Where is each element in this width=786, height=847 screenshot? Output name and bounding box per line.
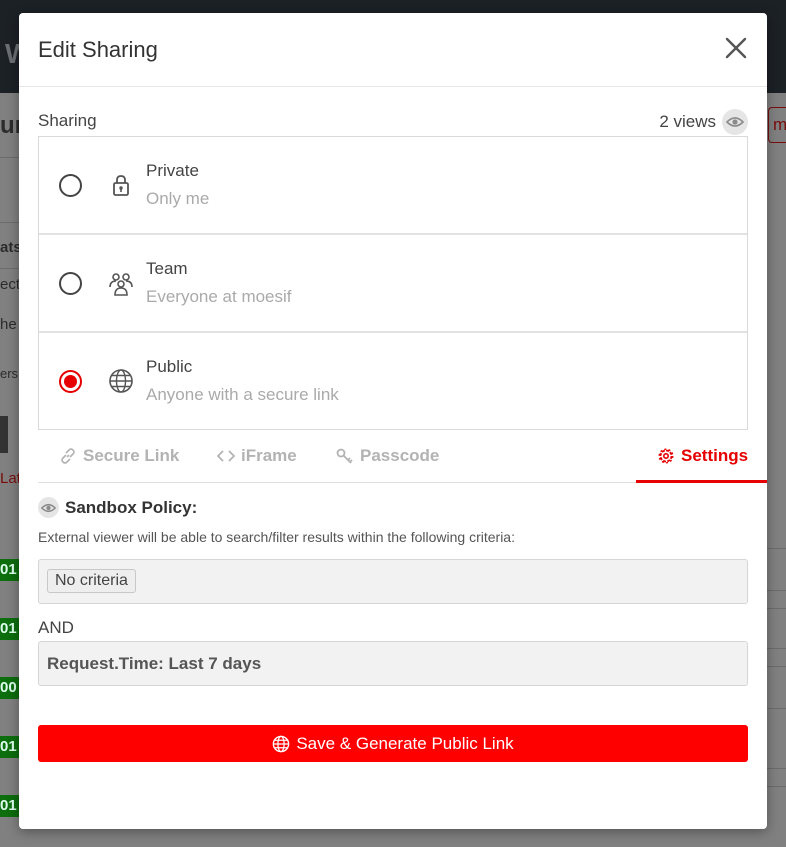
save-generate-link-button[interactable]: Save & Generate Public Link [38,725,748,762]
bg-status-badge: 01 [0,559,20,581]
bg-text-fragment: ers [0,366,19,381]
bg-divider [767,548,786,549]
lock-icon [108,172,134,198]
globe-icon [108,368,134,394]
public-option-subtitle: Anyone with a secure link [146,385,339,404]
time-filter-text: Request.Time: Last 7 days [47,654,262,673]
bg-divider [767,590,786,591]
save-button-label: Save & Generate Public Link [296,733,514,753]
bg-status-badge: 00 [0,677,20,699]
team-option-title: Team [146,259,188,278]
criteria-chip: No criteria [47,569,136,593]
bg-text-fragment: ect [0,276,21,293]
sharing-label: Sharing [38,111,97,130]
bg-text-fragment: Lat [0,470,21,487]
public-radio[interactable] [59,370,82,393]
bg-divider [767,786,786,787]
bg-text-fragment: he [0,316,17,333]
tab-secure-link-label: Secure Link [83,446,180,465]
sharing-header: Sharing 2 views [38,109,748,135]
sandbox-policy-description: External viewer will be able to search/f… [38,529,515,545]
bg-red-button-fragment: mbe [768,107,786,143]
code-icon [217,450,235,462]
and-label: AND [38,618,74,637]
eye-icon [38,497,59,518]
tab-settings[interactable]: Settings [657,446,748,466]
gear-icon [658,448,674,464]
private-radio[interactable] [59,174,82,197]
close-button[interactable] [723,35,749,61]
share-tabs: Secure Link iFrame Passcode Settings [38,431,767,483]
sharing-options: Private Only me Team Everyone at moesif [38,136,748,430]
bg-divider [0,157,19,158]
modal-title: Edit Sharing [38,37,158,62]
bg-divider [767,608,786,609]
bg-status-badge: 01 [0,795,20,817]
private-option-title: Private [146,161,199,180]
bg-dark-block [0,416,8,453]
eye-icon [722,109,748,135]
bg-divider [767,708,786,709]
bg-divider [767,648,786,649]
modal-header: Edit Sharing [19,13,767,87]
views-counter: 2 views [659,109,748,135]
sharing-option-public[interactable]: Public Anyone with a secure link [39,333,747,429]
tab-secure-link[interactable]: Secure Link [59,446,179,466]
sharing-option-team[interactable]: Team Everyone at moesif [39,235,747,333]
team-radio[interactable] [59,272,82,295]
tab-iframe[interactable]: iFrame [217,446,297,466]
tab-settings-label: Settings [681,446,749,465]
tab-passcode-label: Passcode [360,446,440,465]
sandbox-policy-title: Sandbox Policy: [38,497,197,518]
sharing-option-private[interactable]: Private Only me [39,137,747,235]
bg-divider [767,666,786,667]
public-option-title: Public [146,357,193,376]
globe-icon [273,735,290,752]
tab-iframe-label: iFrame [241,446,297,465]
bg-status-badge: 01 [0,618,20,640]
close-icon [725,37,747,59]
bg-divider [0,222,19,223]
private-option-subtitle: Only me [146,189,210,208]
edit-sharing-modal: Edit Sharing Sharing 2 views Private Onl… [19,13,767,829]
time-filter-field: Request.Time: Last 7 days [38,641,748,686]
bg-status-badge: 01 [0,736,20,758]
tab-passcode[interactable]: Passcode [336,446,439,466]
active-tab-indicator [636,480,767,483]
bg-divider [767,768,786,769]
views-count: 2 views [659,112,716,131]
bg-divider [0,268,19,269]
team-icon [108,270,134,296]
criteria-field[interactable]: No criteria [38,559,748,604]
sandbox-policy-label: Sandbox Policy: [65,497,198,517]
team-option-subtitle: Everyone at moesif [146,287,292,306]
link-icon [61,448,75,464]
key-icon [336,448,353,464]
